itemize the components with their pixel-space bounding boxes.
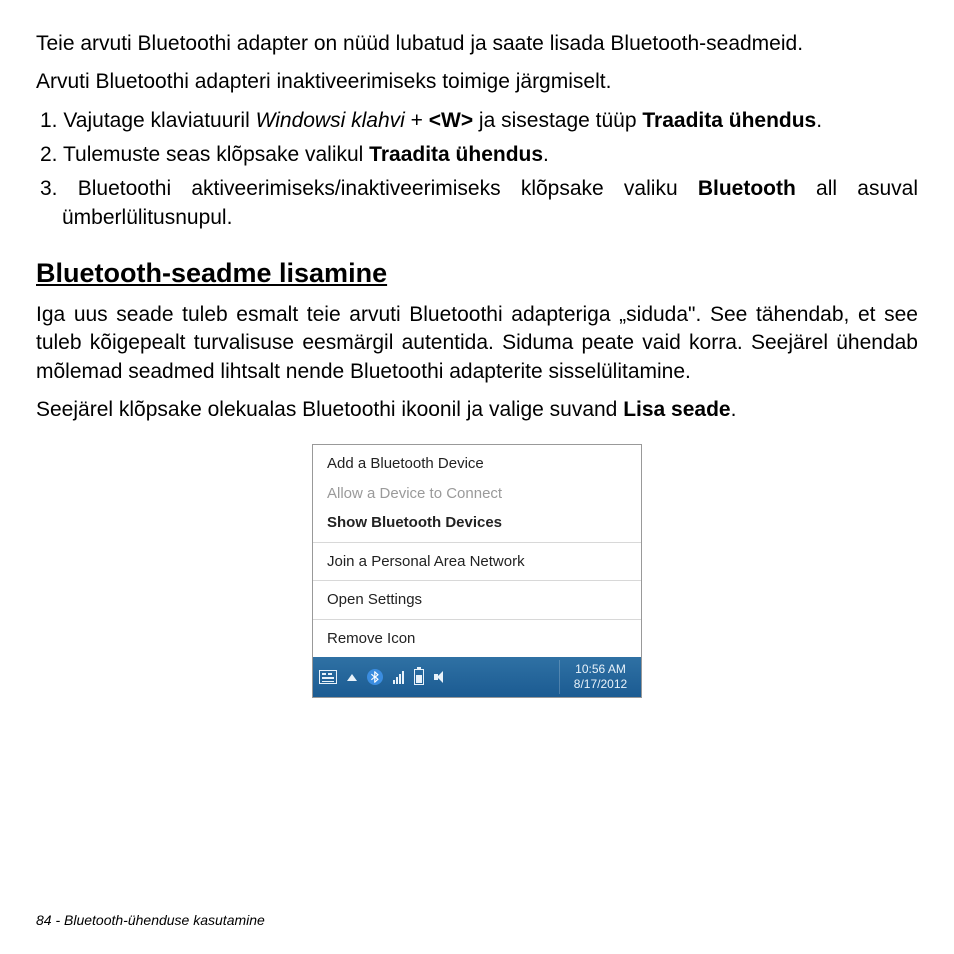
step-1-wireless: Traadita ühendus bbox=[642, 109, 816, 132]
keyboard-icon[interactable] bbox=[319, 670, 337, 684]
speaker-icon[interactable] bbox=[434, 670, 448, 684]
step-2-dot: . bbox=[543, 143, 549, 166]
step-2-wireless: Traadita ühendus bbox=[369, 143, 543, 166]
step-2-text-a: Tulemuste seas klõpsake valikul bbox=[63, 143, 369, 166]
paragraph-pairing: Iga uus seade tuleb esmalt teie arvuti B… bbox=[36, 301, 918, 386]
paragraph-add-device: Seejärel klõpsake olekualas Bluetoothi i… bbox=[36, 396, 918, 424]
step-1-w-key: <W> bbox=[429, 109, 473, 132]
ordered-steps: 1. Vajutage klaviatuuril Windowsi klahvi… bbox=[36, 107, 918, 232]
menu-show-bluetooth-devices[interactable]: Show Bluetooth Devices bbox=[313, 508, 641, 538]
network-signal-icon[interactable] bbox=[393, 670, 404, 684]
menu-join-pan[interactable]: Join a Personal Area Network bbox=[313, 547, 641, 577]
step-1-text-e: ja sisestage tüüp bbox=[473, 109, 642, 132]
p4-add-device: Lisa seade bbox=[623, 398, 730, 421]
menu-allow-device-connect: Allow a Device to Connect bbox=[313, 479, 641, 509]
clock-date: 8/17/2012 bbox=[568, 677, 633, 692]
taskbar: 10:56 AM 8/17/2012 bbox=[313, 657, 641, 697]
paragraph-intro: Teie arvuti Bluetoothi adapter on nüüd l… bbox=[36, 30, 918, 58]
p4-dot: . bbox=[731, 398, 737, 421]
battery-icon[interactable] bbox=[414, 669, 424, 685]
step-3: 3. Bluetoothi aktiveerimiseks/inaktiveer… bbox=[36, 175, 918, 232]
page-footer: 84 - Bluetooth-ühenduse kasutamine bbox=[36, 912, 265, 928]
step-1-dot: . bbox=[816, 109, 822, 132]
step-3-bluetooth: Bluetooth bbox=[698, 177, 796, 200]
p4-text-a: Seejärel klõpsake olekualas Bluetoothi i… bbox=[36, 398, 623, 421]
show-hidden-icons-icon[interactable] bbox=[347, 674, 357, 681]
step-1-text-a: Vajutage klaviatuuril bbox=[63, 109, 255, 132]
menu-remove-icon[interactable]: Remove Icon bbox=[313, 624, 641, 654]
step-1: 1. Vajutage klaviatuuril Windowsi klahvi… bbox=[36, 107, 918, 135]
screenshot-container: Add a Bluetooth Device Allow a Device to… bbox=[36, 444, 918, 698]
menu-open-settings[interactable]: Open Settings bbox=[313, 585, 641, 615]
step-3-text-a: Bluetoothi aktiveerimiseks/inaktiveerimi… bbox=[78, 177, 698, 200]
menu-add-bluetooth-device[interactable]: Add a Bluetooth Device bbox=[313, 449, 641, 479]
step-1-windows-key: Windowsi klahvi bbox=[256, 109, 405, 132]
paragraph-deactivate: Arvuti Bluetoothi adapteri inaktiveerimi… bbox=[36, 68, 918, 96]
clock-time: 10:56 AM bbox=[568, 662, 633, 677]
bluetooth-context-menu: Add a Bluetooth Device Allow a Device to… bbox=[312, 444, 642, 698]
step-2: 2. Tulemuste seas klõpsake valikul Traad… bbox=[36, 141, 918, 169]
section-heading: Bluetooth-seadme lisamine bbox=[36, 258, 918, 289]
step-1-plus: + bbox=[405, 109, 429, 132]
bluetooth-icon[interactable] bbox=[367, 669, 383, 685]
taskbar-clock[interactable]: 10:56 AM 8/17/2012 bbox=[559, 660, 641, 694]
